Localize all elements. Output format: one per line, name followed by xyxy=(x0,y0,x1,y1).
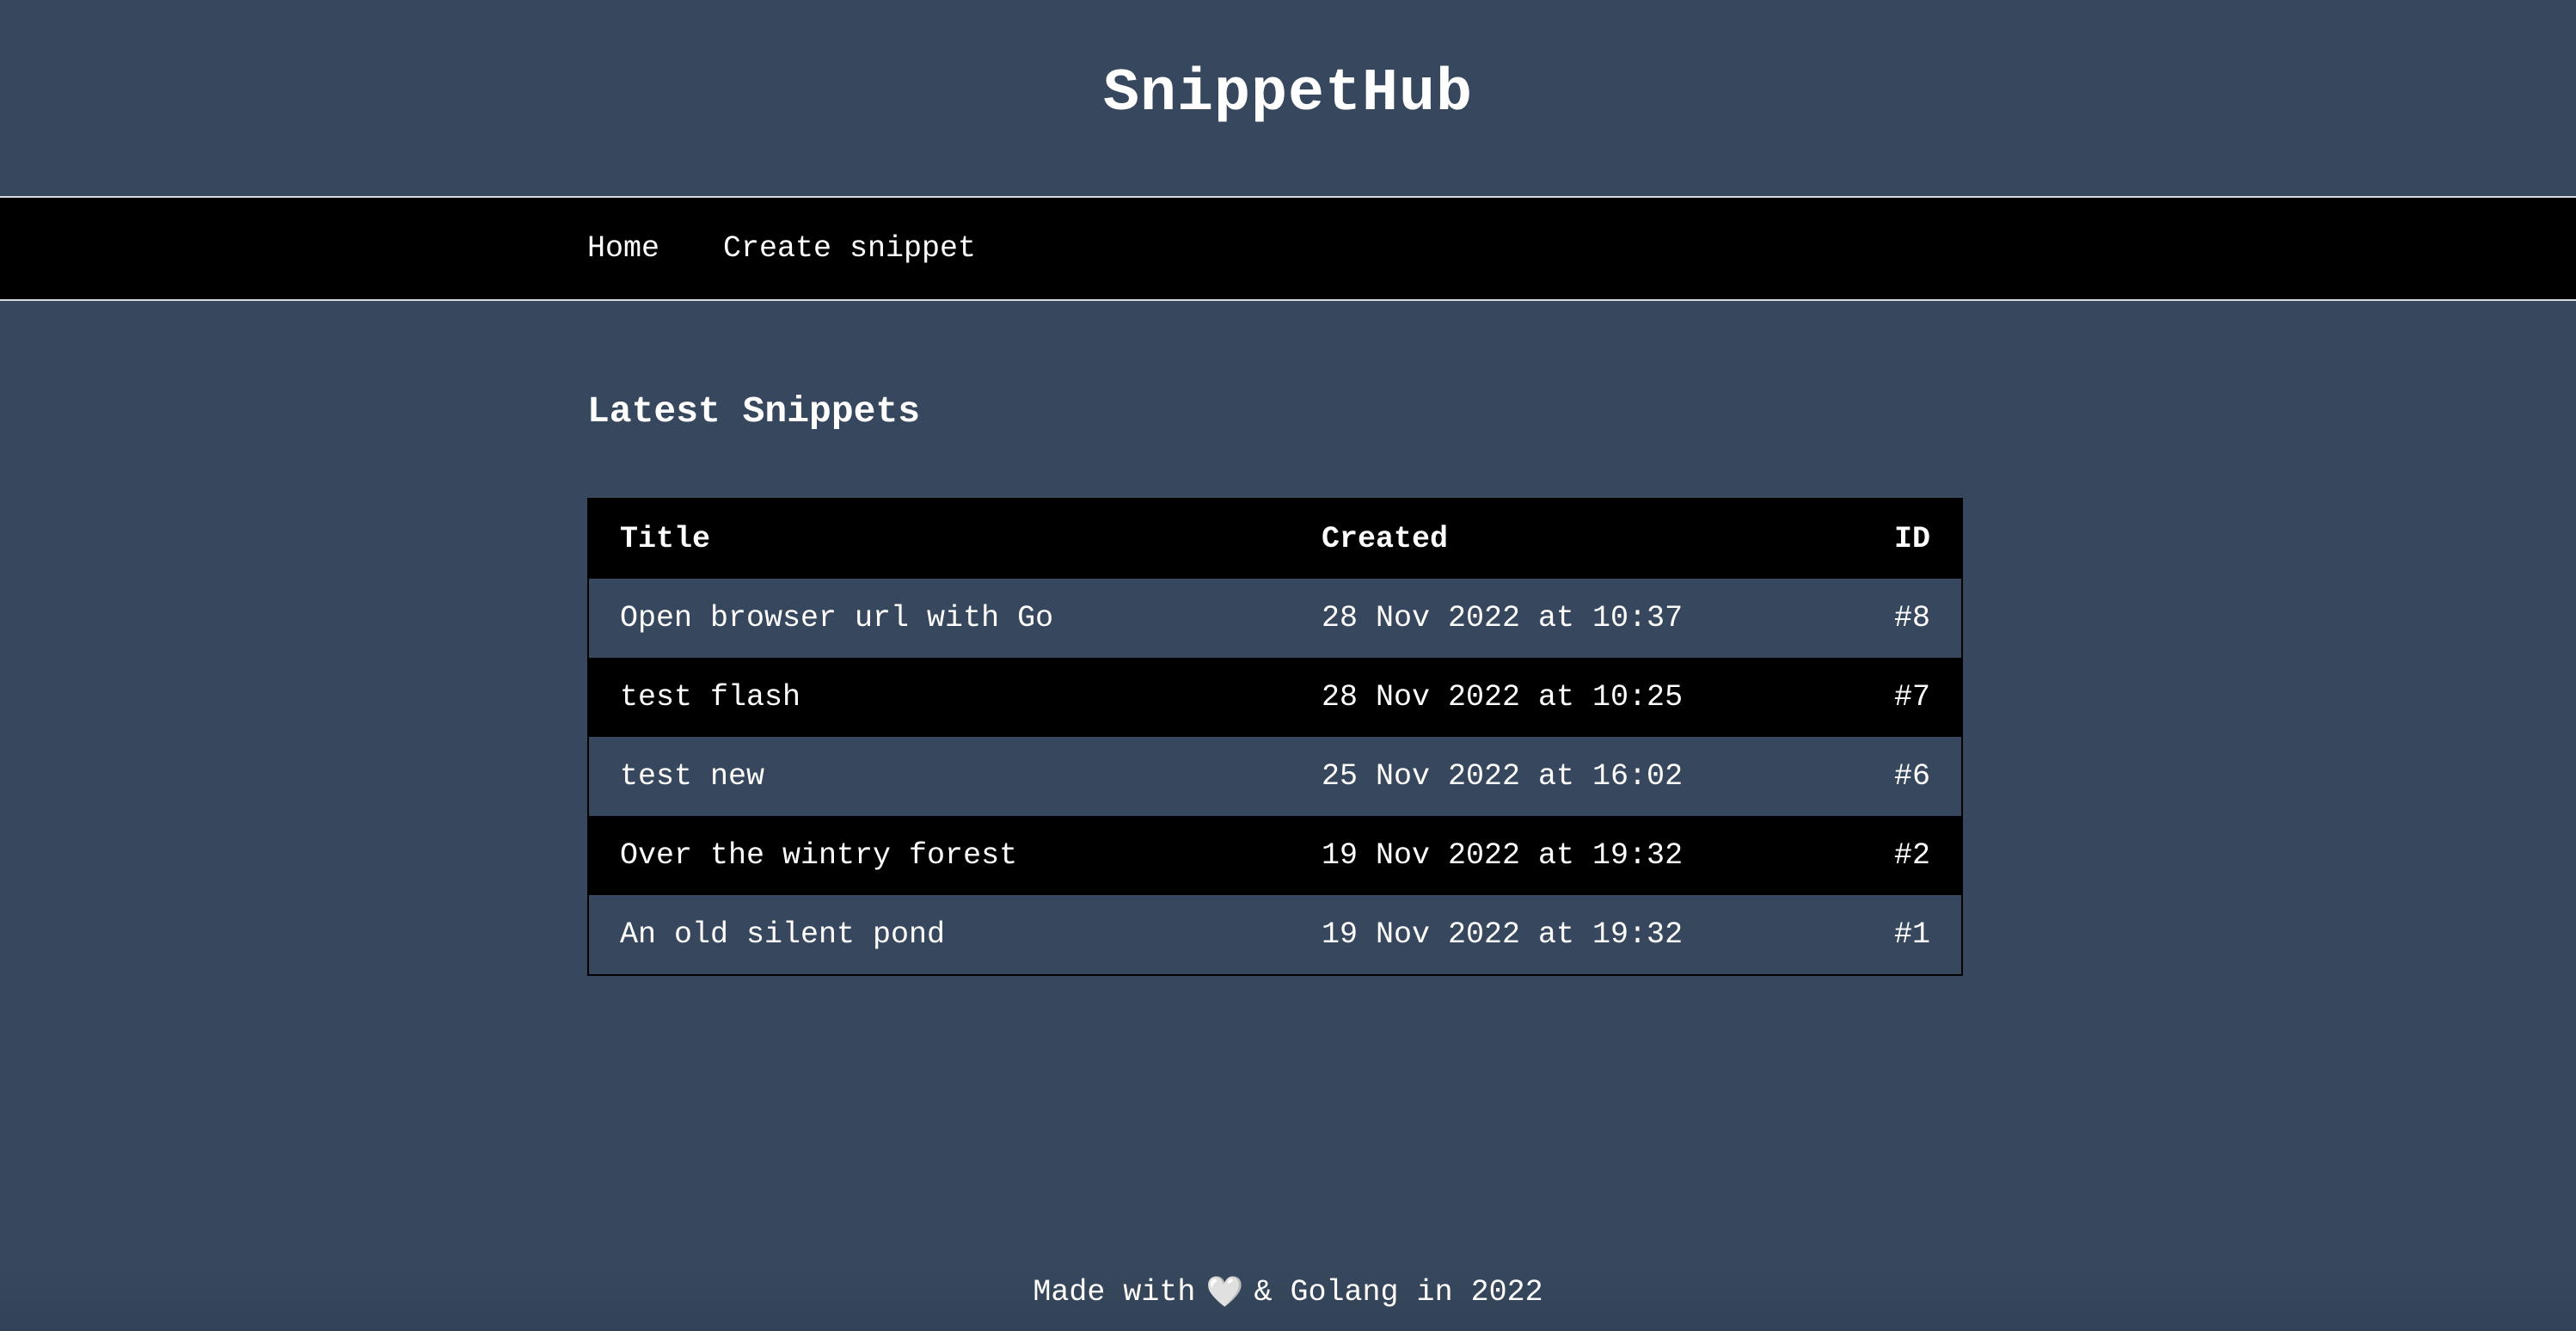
snippet-id-cell: #7 xyxy=(1893,680,1930,715)
table-row: test flash 28 Nov 2022 at 10:25 #7 xyxy=(588,658,1962,737)
table-header: Title Created ID xyxy=(588,499,1962,579)
snippet-created-cell: 25 Nov 2022 at 16:02 xyxy=(1322,759,1684,794)
snippets-table: Title Created ID Open browser url with G… xyxy=(587,498,1963,976)
snippet-created-cell: 19 Nov 2022 at 19:32 xyxy=(1322,838,1684,873)
snippet-title-link[interactable]: Open browser url with Go xyxy=(620,601,1053,635)
table-row: An old silent pond 19 Nov 2022 at 19:32 … xyxy=(588,895,1962,975)
snippet-id-cell: #2 xyxy=(1893,838,1930,873)
table-row: Over the wintry forest 19 Nov 2022 at 19… xyxy=(588,816,1962,895)
page-title: Latest Snippets xyxy=(587,390,921,432)
site-title: SnippetHub xyxy=(1102,59,1474,128)
table-header-row: Title Created ID xyxy=(588,499,1962,579)
site-header: SnippetHub xyxy=(0,0,2576,196)
snippet-title-cell: Over the wintry forest xyxy=(588,816,1291,895)
footer-text-prefix: Made with xyxy=(1033,1275,1196,1310)
snippet-id-cell: #8 xyxy=(1893,601,1930,635)
column-header-created: Created xyxy=(1291,499,1851,579)
snippet-id-cell: #6 xyxy=(1893,759,1930,794)
nav-home-link[interactable]: Home xyxy=(587,231,659,266)
snippet-title-link[interactable]: An old silent pond xyxy=(620,917,945,952)
table-row: Open browser url with Go 28 Nov 2022 at … xyxy=(588,579,1962,658)
main-content: Latest Snippets Title Created ID Open br… xyxy=(0,301,2576,976)
site-footer: Made with 🤍 & Golang in 2022 xyxy=(0,1254,2576,1331)
column-header-id: ID xyxy=(1851,499,1962,579)
snippet-title-cell: Open browser url with Go xyxy=(588,579,1291,658)
snippet-created-cell: 19 Nov 2022 at 19:32 xyxy=(1322,917,1684,952)
snippet-created-cell: 28 Nov 2022 at 10:37 xyxy=(1322,601,1684,635)
snippet-title-link[interactable]: test flash xyxy=(620,680,800,715)
column-header-title: Title xyxy=(588,499,1291,579)
snippet-id-cell: #1 xyxy=(1893,917,1930,952)
snippet-created-cell: 28 Nov 2022 at 10:25 xyxy=(1322,680,1684,715)
snippet-title-link[interactable]: test new xyxy=(620,759,764,794)
snippet-title-cell: test new xyxy=(588,737,1291,816)
table-body: Open browser url with Go 28 Nov 2022 at … xyxy=(588,579,1962,975)
snippet-title-link[interactable]: Over the wintry forest xyxy=(620,838,1017,873)
heart-icon: 🤍 xyxy=(1205,1276,1244,1311)
snippet-title-cell: An old silent pond xyxy=(588,895,1291,975)
footer-text-suffix: & Golang in 2022 xyxy=(1254,1275,1543,1310)
nav-create-snippet-link[interactable]: Create snippet xyxy=(723,231,976,266)
snippet-title-cell: test flash xyxy=(588,658,1291,737)
main-nav: Home Create snippet xyxy=(0,196,2576,301)
table-row: test new 25 Nov 2022 at 16:02 #6 xyxy=(588,737,1962,816)
